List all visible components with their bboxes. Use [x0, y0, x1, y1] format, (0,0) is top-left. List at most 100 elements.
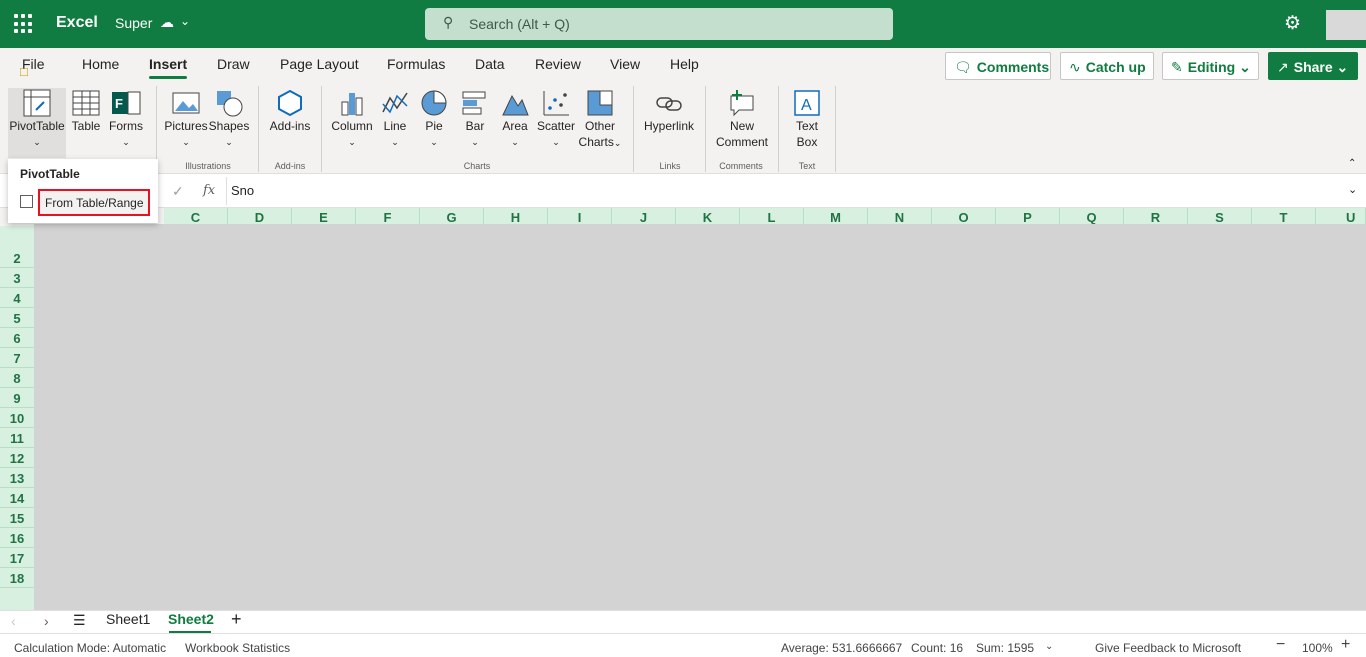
row-header[interactable]: 5: [0, 308, 34, 328]
row-header[interactable]: 11: [0, 428, 34, 448]
worksheet-grid[interactable]: [34, 224, 1366, 610]
gear-icon[interactable]: ⚙: [1284, 12, 1301, 35]
tab-page-layout[interactable]: Page Layout: [280, 56, 359, 72]
dropdown-header: PivotTable: [20, 167, 80, 181]
shapes-icon: [217, 91, 243, 117]
from-table-range-label[interactable]: From Table/Range: [38, 189, 150, 216]
checkmark-icon[interactable]: ✓: [172, 183, 184, 200]
row-header[interactable]: 6: [0, 328, 34, 348]
pivotchart-icon[interactable]: □: [20, 64, 28, 79]
formula-input[interactable]: Sno: [226, 177, 1364, 205]
search-box[interactable]: ⚲ Search (Alt + Q): [425, 8, 893, 40]
row-header[interactable]: 2: [0, 248, 34, 268]
scatter-chart-button[interactable]: Scatter ⌄: [536, 88, 576, 150]
row-header[interactable]: 10: [0, 408, 34, 428]
row-header[interactable]: 9: [0, 388, 34, 408]
chevron-down-icon: ⌄: [613, 138, 622, 148]
sheet-tab-active[interactable]: Sheet2: [168, 611, 214, 627]
tab-formulas[interactable]: Formulas: [387, 56, 445, 72]
prev-sheet-icon[interactable]: ‹: [11, 613, 16, 629]
illustrations-group-label: Illustrations: [185, 161, 231, 171]
tab-review[interactable]: Review: [535, 56, 581, 72]
row-header[interactable]: 13: [0, 468, 34, 488]
chevron-down-icon[interactable]: ⌄: [180, 14, 190, 28]
row-header[interactable]: 18: [0, 568, 34, 588]
tab-insert[interactable]: Insert: [149, 56, 187, 72]
document-name[interactable]: Super: [115, 15, 152, 31]
text-box-label-1: Text: [795, 119, 818, 133]
row-header[interactable]: 16: [0, 528, 34, 548]
forms-icon: F: [112, 91, 141, 115]
tab-help[interactable]: Help: [670, 56, 699, 72]
line-chart-button[interactable]: Line ⌄: [378, 88, 412, 150]
hyperlink-button[interactable]: Hyperlink: [642, 88, 696, 134]
avatar[interactable]: [1326, 10, 1366, 40]
pulse-icon: ∿: [1069, 59, 1081, 75]
chevron-down-icon[interactable]: ⌄: [1348, 183, 1357, 196]
row-header[interactable]: 7: [0, 348, 34, 368]
share-button[interactable]: ↗ Share ⌄: [1268, 52, 1358, 80]
row-header[interactable]: 4: [0, 288, 34, 308]
bar-chart-button[interactable]: Bar ⌄: [458, 88, 492, 150]
function-icon[interactable]: fx: [203, 183, 215, 198]
new-comment-button[interactable]: New Comment: [713, 88, 771, 150]
app-launcher-icon[interactable]: [14, 14, 34, 34]
addins-label: Add-ins: [269, 119, 311, 133]
forms-button[interactable]: F Forms ⌄: [107, 88, 145, 150]
zoom-level[interactable]: 100%: [1302, 641, 1333, 655]
pivottable-button[interactable]: PivotTable ⌄: [8, 88, 66, 158]
calculation-mode[interactable]: Calculation Mode: Automatic: [14, 641, 166, 655]
row-header[interactable]: 14: [0, 488, 34, 508]
tab-home[interactable]: Home: [82, 56, 119, 72]
formula-bar: ✓ fx Sno ⌄: [0, 175, 1366, 208]
area-chart-button[interactable]: Area ⌄: [498, 88, 532, 150]
pictures-label: Pictures: [164, 119, 208, 133]
shapes-button[interactable]: Shapes ⌄: [208, 88, 250, 150]
add-sheet-icon[interactable]: +: [231, 609, 242, 630]
feedback-link[interactable]: Give Feedback to Microsoft: [1095, 641, 1241, 655]
row-header[interactable]: 3: [0, 268, 34, 288]
comments-button[interactable]: 🗨 Comments: [945, 52, 1051, 80]
pictures-button[interactable]: Pictures ⌄: [164, 88, 208, 150]
zoom-out-icon[interactable]: −: [1276, 636, 1285, 654]
text-box-button[interactable]: A Text Box: [787, 88, 827, 150]
row-header[interactable]: 15: [0, 508, 34, 528]
next-sheet-icon[interactable]: ›: [44, 613, 49, 629]
ribbon-separator: [778, 86, 779, 172]
catch-up-label: Catch up: [1085, 59, 1146, 75]
comments-label: Comments: [976, 59, 1050, 75]
line-chart-icon: [382, 92, 408, 114]
tab-view[interactable]: View: [610, 56, 640, 72]
area-label: Area: [502, 119, 528, 133]
chevron-up-icon[interactable]: ⌃: [1348, 158, 1356, 169]
ribbon-separator: [258, 86, 259, 172]
chevron-down-icon: ⌄: [471, 137, 479, 147]
row-header[interactable]: 17: [0, 548, 34, 568]
active-tab-indicator: [149, 76, 187, 79]
row-header[interactable]: 8: [0, 368, 34, 388]
from-table-range-item[interactable]: From Table/Range: [8, 189, 158, 216]
app-name[interactable]: Excel: [56, 14, 98, 32]
link-icon: [656, 97, 682, 111]
workbook-statistics[interactable]: Workbook Statistics: [185, 641, 290, 655]
other-charts-button[interactable]: Other Charts⌄: [578, 88, 622, 151]
search-icon: ⚲: [443, 14, 454, 30]
column-chart-button[interactable]: Column ⌄: [330, 88, 374, 150]
pie-chart-button[interactable]: Pie ⌄: [418, 88, 450, 150]
table-button[interactable]: Table: [70, 88, 102, 134]
text-group-label: Text: [798, 161, 816, 171]
row-header[interactable]: 12: [0, 448, 34, 468]
text-box-icon: A: [794, 90, 820, 116]
catch-up-button[interactable]: ∿ Catch up: [1060, 52, 1154, 80]
charts-group-label: Charts: [463, 161, 491, 171]
tab-draw[interactable]: Draw: [217, 56, 250, 72]
all-sheets-icon[interactable]: ☰: [73, 612, 86, 629]
addins-button[interactable]: Add-ins: [266, 88, 314, 134]
editing-button[interactable]: ✎ Editing ⌄: [1162, 52, 1259, 80]
chevron-down-icon: ⌄: [122, 137, 130, 147]
chevron-down-icon[interactable]: ⌄: [1045, 641, 1053, 652]
tab-data[interactable]: Data: [475, 56, 505, 72]
zoom-in-icon[interactable]: +: [1341, 636, 1350, 654]
row-headers: 2 3 4 5 6 7 8 9 10 11 12 13 14 15 16 17 …: [0, 226, 34, 610]
sheet-tab[interactable]: Sheet1: [106, 611, 150, 627]
